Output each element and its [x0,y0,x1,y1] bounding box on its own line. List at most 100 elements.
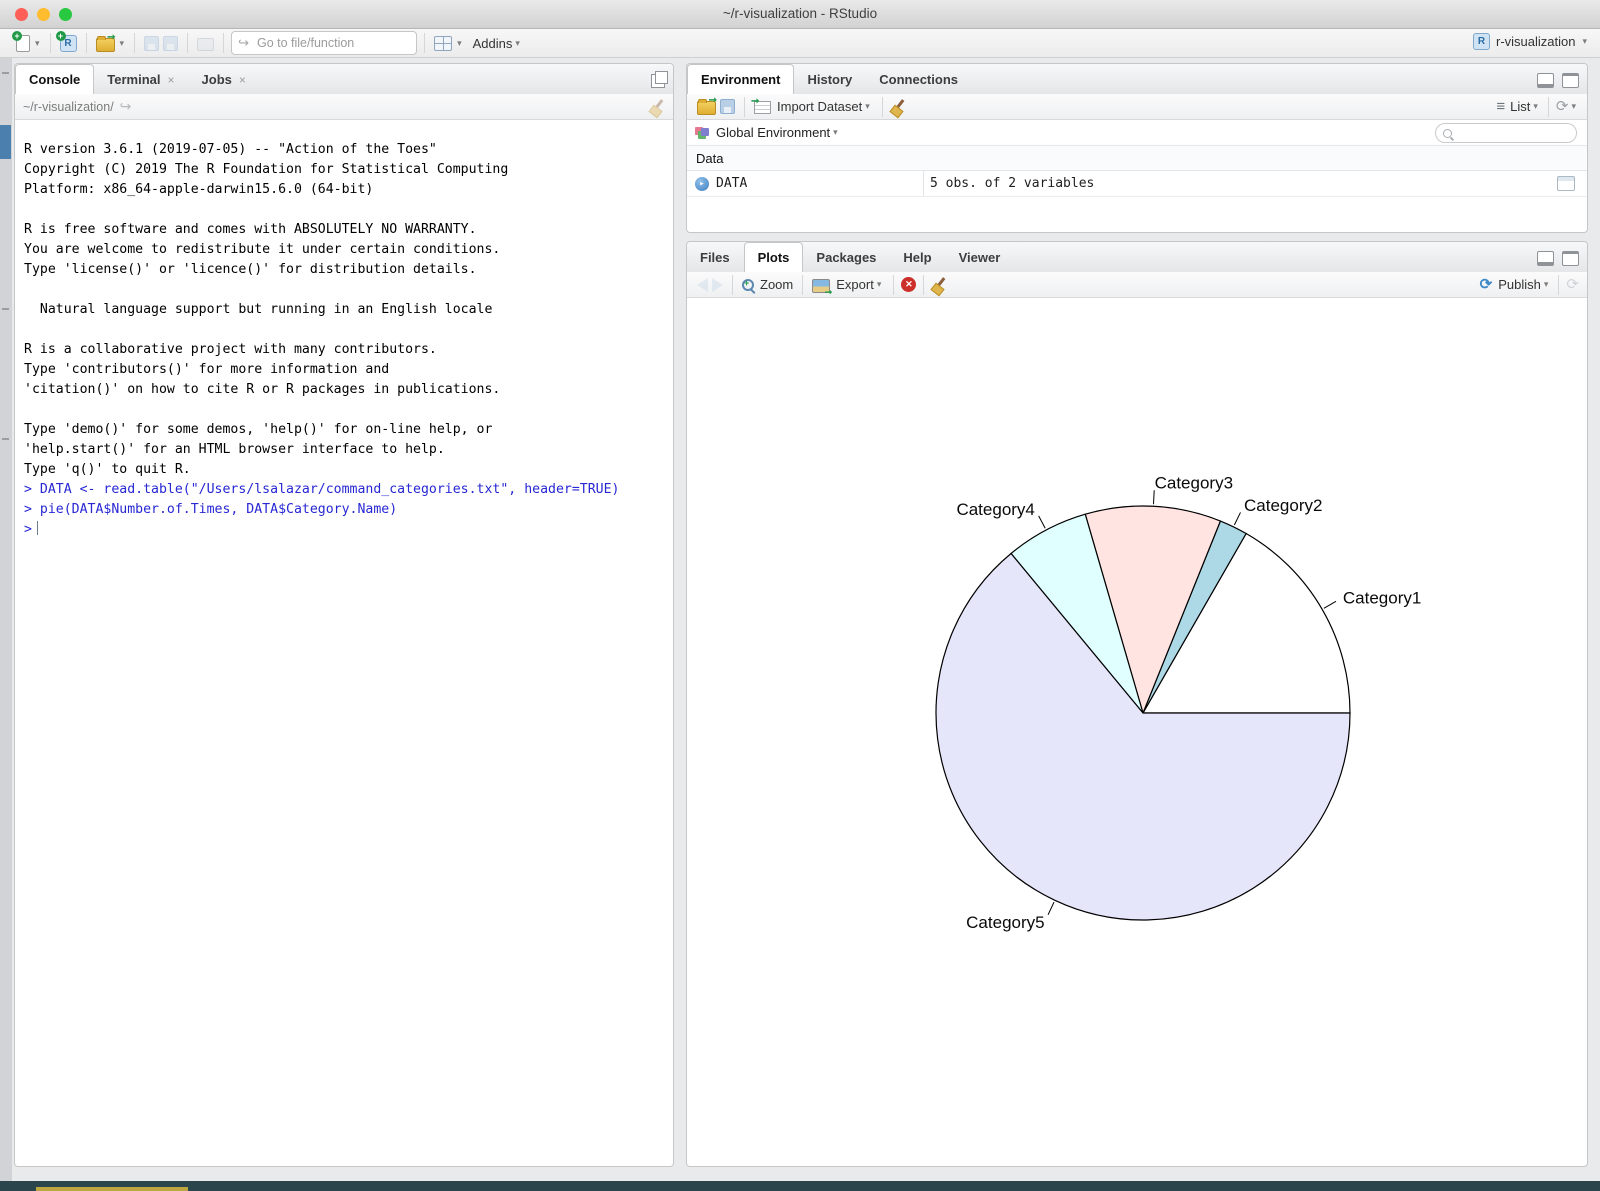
text-cursor [37,521,39,535]
addins-dropdown[interactable]: ▾ [515,38,520,49]
open-folder-icon [697,101,716,115]
list-view-icon: ≡ [1496,98,1504,115]
tab-environment[interactable]: Environment [687,64,794,95]
pie-label: Category3 [1155,473,1233,492]
pie-label: Category4 [956,500,1034,519]
pie-label-leader [1039,516,1046,528]
view-mode-dropdown[interactable]: ▾ [1533,101,1538,112]
console-prompt-line: > [24,520,673,540]
pie-label: Category2 [1244,496,1322,515]
maximize-pane-icon[interactable] [651,74,665,88]
back-arrow-icon [697,278,708,292]
publish-dropdown[interactable]: ▾ [1544,279,1549,290]
environment-section-header: Data [687,146,1587,171]
tab-close-icon[interactable]: × [168,73,175,87]
working-directory: ~/r-visualization/ [23,100,114,114]
tab-viewer[interactable]: Viewer [946,243,1015,272]
environment-search[interactable] [1435,123,1577,143]
environment-search-input[interactable] [1457,125,1569,141]
refresh-dropdown[interactable]: ▾ [1571,101,1576,112]
save-icon [144,36,159,51]
tab-terminal[interactable]: Terminal× [94,65,188,94]
background-window-sliver [0,58,12,1181]
import-dataset-icon [754,101,771,114]
goto-file-search[interactable]: ↪ [231,31,417,55]
environment-object-row[interactable]: ▸ DATA 5 obs. of 2 variables [687,171,1587,197]
clear-environment-icon[interactable] [890,99,906,115]
pie-label: Category5 [966,913,1044,932]
new-project-button[interactable]: R [60,35,77,52]
object-name: DATA [716,176,747,191]
view-data-icon[interactable] [1557,176,1575,191]
previous-plot-button[interactable] [697,278,708,292]
export-icon [812,279,830,293]
open-recent-dropdown[interactable]: ▾ [120,38,125,49]
window-titlebar: ~/r-visualization - RStudio [0,0,1600,29]
import-dataset-button[interactable]: Import Dataset ▾ [754,99,873,114]
addins-menu[interactable]: Addins [473,36,513,51]
clear-all-plots-icon[interactable] [931,277,947,293]
tab-console[interactable]: Console [15,64,94,95]
global-environment-icon [695,126,709,140]
new-file-button[interactable] [16,35,30,52]
print-button[interactable] [197,35,214,51]
pie-label-leader [1324,601,1336,608]
pane-layout-dropdown[interactable]: ▾ [457,38,462,49]
clear-console-icon[interactable] [649,99,665,115]
export-plot-button[interactable]: Export ▾ [812,277,884,293]
remove-plot-icon[interactable]: ✕ [901,277,916,292]
goto-directory-icon[interactable]: ↪ [120,98,132,115]
tab-packages[interactable]: Packages [803,243,890,272]
pie-chart: Category1Category2Category3Category4Cate… [687,298,1587,1166]
object-summary: 5 obs. of 2 variables [930,176,1094,191]
project-name: r-visualization [1496,34,1575,49]
next-plot-button[interactable] [712,278,723,292]
refresh-plot-icon[interactable]: ⟳ [1566,277,1579,292]
goto-arrow-icon: ↪ [238,35,249,51]
zoom-icon [742,279,754,291]
tab-files[interactable]: Files [687,243,744,272]
save-button[interactable] [144,36,159,51]
search-icon [1443,129,1452,138]
load-workspace-button[interactable] [697,98,716,115]
r-project-icon: R [1473,33,1490,50]
goto-file-input[interactable] [255,35,410,51]
zoom-plot-button[interactable]: Zoom [742,277,793,292]
minimize-pane-icon[interactable] [1537,73,1554,88]
expand-object-icon[interactable]: ▸ [695,177,709,191]
new-project-icon: R [60,35,77,52]
tab-help[interactable]: Help [890,243,945,272]
view-mode-button[interactable]: List [1510,99,1530,114]
tab-close-icon[interactable]: × [239,73,246,87]
tab-jobs[interactable]: Jobs× [189,65,260,94]
save-all-button[interactable] [163,36,178,51]
dock-strip [0,1181,1600,1191]
project-dropdown[interactable]: ▾ [1582,36,1587,47]
maximize-pane-icon[interactable] [1562,251,1579,266]
main-toolbar: ▾ R ▾ ↪ ▾ Addins ▾ R r-visualization ▾ [0,29,1600,58]
environment-scope-row: Global Environment ▾ [687,120,1587,146]
tab-plots[interactable]: Plots [744,242,804,273]
open-file-button[interactable] [96,35,115,52]
console-body[interactable]: R version 3.6.1 (2019-07-05) -- "Action … [15,120,673,1166]
pane-layout-button[interactable] [434,36,452,51]
environment-toolbar: Import Dataset ▾ ≡ List ▾ ⟳ ▾ [687,94,1587,120]
minimize-pane-icon[interactable] [1537,251,1554,266]
new-file-icon [16,35,30,52]
plot-area: Category1Category2Category3Category4Cate… [687,298,1587,1166]
plots-toolbar: Zoom Export ▾ ✕ ⟳ Publish ▾ ⟳ [687,272,1587,298]
new-file-dropdown[interactable]: ▾ [35,38,40,49]
print-icon [197,38,214,51]
plots-panel: Files Plots Packages Help Viewer Zoom Ex… [686,241,1588,1167]
environment-scope-selector[interactable]: Global Environment [716,125,830,140]
maximize-pane-icon[interactable] [1562,73,1579,88]
save-workspace-button[interactable] [720,99,735,114]
publish-button[interactable]: Publish [1498,277,1541,292]
refresh-environment-icon[interactable]: ⟳ [1556,99,1569,114]
project-menu[interactable]: R r-visualization ▾ [1473,33,1590,50]
console-panel: Console Terminal× Jobs× ~/r-visualizatio… [14,63,674,1167]
plots-tabbar: Files Plots Packages Help Viewer [687,242,1587,273]
tab-history[interactable]: History [794,65,866,94]
tab-connections[interactable]: Connections [866,65,972,94]
forward-arrow-icon [712,278,723,292]
